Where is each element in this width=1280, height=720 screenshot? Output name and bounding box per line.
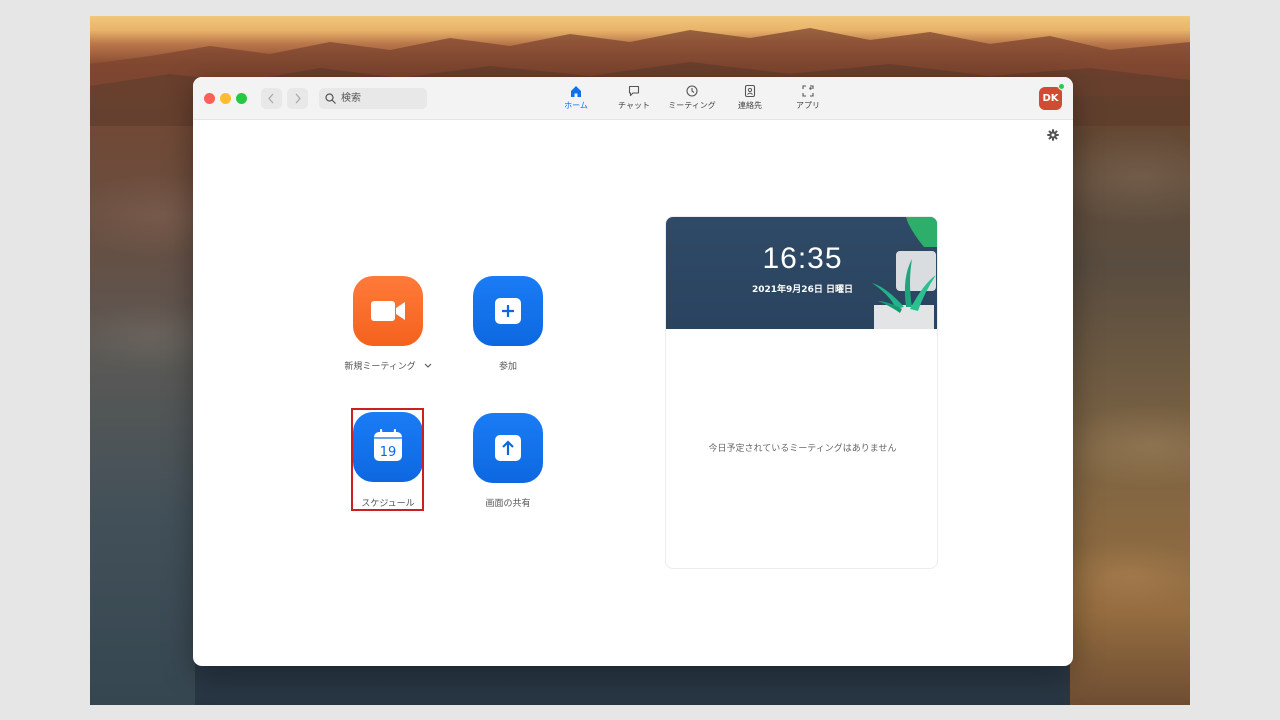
tab-chat[interactable]: チャット xyxy=(603,84,665,116)
window-maximize-button[interactable] xyxy=(236,93,247,104)
tab-contacts-label: 連絡先 xyxy=(738,101,762,110)
search-input[interactable]: 検索 xyxy=(319,88,427,109)
gear-icon[interactable] xyxy=(1047,129,1059,141)
tab-chat-label: チャット xyxy=(618,101,650,110)
avatar[interactable]: DK xyxy=(1039,87,1062,110)
video-camera-icon xyxy=(371,301,405,321)
share-screen-button[interactable] xyxy=(473,413,543,483)
window-close-button[interactable] xyxy=(204,93,215,104)
current-time: 16:35 xyxy=(762,242,843,275)
tab-apps[interactable]: アプリ xyxy=(777,84,839,116)
zoom-app-window: 検索 ホーム チャット ミーティング 連絡先 アプリ DK 新規ミーティング 参… xyxy=(193,77,1073,666)
join-label: 参加 xyxy=(498,362,517,372)
search-icon xyxy=(325,93,336,104)
back-button[interactable] xyxy=(261,88,282,109)
current-date: 2021年9月26日 日曜日 xyxy=(752,285,853,295)
plus-icon xyxy=(495,298,521,324)
tab-apps-label: アプリ xyxy=(796,101,820,110)
window-minimize-button[interactable] xyxy=(220,93,231,104)
new-meeting-label[interactable]: 新規ミーティング xyxy=(333,361,443,373)
home-icon xyxy=(571,86,581,97)
tab-home[interactable]: ホーム xyxy=(545,84,607,116)
share-arrow-icon xyxy=(495,435,521,461)
online-status-dot xyxy=(1058,83,1065,90)
highlight-frame xyxy=(351,408,424,511)
chevron-right-icon xyxy=(295,93,301,104)
search-placeholder: 検索 xyxy=(341,93,361,104)
share-screen-label: 画面の共有 xyxy=(485,499,531,509)
no-meetings-message: 今日予定されているミーティングはありません xyxy=(708,444,897,454)
join-button[interactable] xyxy=(473,276,543,346)
new-meeting-text: 新規ミーティング xyxy=(344,362,416,372)
forward-button[interactable] xyxy=(287,88,308,109)
apps-icon xyxy=(802,85,814,97)
clock-icon xyxy=(686,85,698,97)
new-meeting-button[interactable] xyxy=(353,276,423,346)
upcoming-meetings-card: 16:35 2021年9月26日 日曜日 今日予定されているミーティングはありま… xyxy=(665,216,938,569)
tab-meetings[interactable]: ミーティング xyxy=(661,84,723,116)
tab-contacts[interactable]: 連絡先 xyxy=(719,84,781,116)
chevron-left-icon xyxy=(268,93,274,104)
chevron-down-icon xyxy=(424,363,432,368)
title-bar: 検索 ホーム チャット ミーティング 連絡先 アプリ DK xyxy=(193,77,1073,120)
contacts-icon xyxy=(744,84,756,98)
tab-meetings-label: ミーティング xyxy=(668,101,716,110)
chat-icon xyxy=(628,85,640,97)
tab-home-label: ホーム xyxy=(564,101,588,110)
clock-banner: 16:35 2021年9月26日 日曜日 xyxy=(666,217,937,329)
